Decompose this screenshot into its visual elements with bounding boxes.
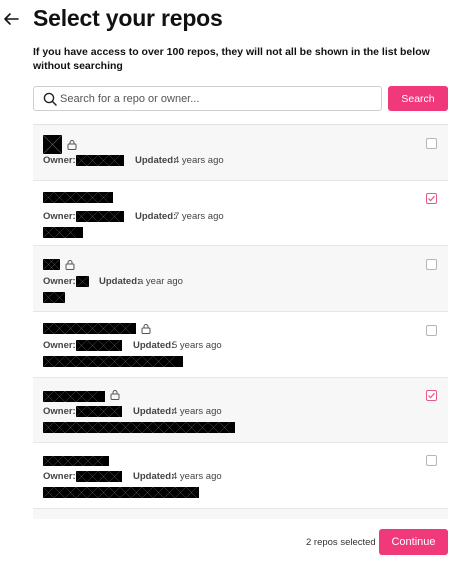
repo-row[interactable]: Owner: Updated: 5 years ago (33, 312, 448, 378)
repo-name-redacted (43, 192, 113, 203)
repo-row[interactable]: Owner: Updated: 4 years ago (33, 125, 448, 181)
description-redacted (43, 487, 199, 498)
updated-value: 4 years ago (174, 155, 224, 166)
repo-checkbox[interactable] (426, 455, 437, 466)
updated-value: 7 years ago (174, 211, 224, 222)
search-box[interactable] (33, 86, 382, 111)
owner-redacted (76, 211, 124, 222)
continue-button[interactable]: Continue (379, 529, 448, 555)
repo-list[interactable]: Owner: Updated: 4 years ago Owner: Updat… (33, 124, 448, 519)
updated-label: Updated: (133, 471, 175, 482)
owner-redacted (76, 406, 122, 417)
description-redacted (43, 356, 183, 367)
repo-checkbox[interactable] (426, 325, 437, 336)
lock-icon (65, 260, 75, 270)
notice-text: If you have access to over 100 repos, th… (33, 46, 430, 72)
repo-row[interactable]: Owner: Updated: 4 years ago (33, 378, 448, 443)
owner-redacted (76, 276, 89, 287)
updated-value: 4 years ago (172, 406, 222, 417)
arrow-left-icon[interactable] (2, 10, 20, 28)
updated-value: 4 years ago (172, 471, 222, 482)
repo-name-redacted (43, 391, 105, 402)
repo-name-redacted (43, 259, 60, 270)
checkmark-icon (428, 392, 435, 399)
page-title: Select your repos (33, 5, 223, 31)
description-redacted (43, 227, 83, 238)
owner-label: Owner: (43, 471, 76, 482)
repo-name-redacted (43, 323, 136, 334)
updated-value: a year ago (138, 276, 183, 287)
checkmark-icon (428, 195, 435, 202)
repo-row[interactable]: Owner: Updated: a year ago (33, 246, 448, 312)
updated-label: Updated: (133, 340, 175, 351)
owner-label: Owner: (43, 211, 76, 222)
repo-checkbox[interactable] (426, 193, 437, 204)
repo-checkbox[interactable] (426, 390, 437, 401)
footer-bar: 2 repos selected Continue (0, 519, 474, 563)
repo-checkbox[interactable] (426, 259, 437, 270)
updated-label: Updated: (99, 276, 141, 287)
owner-redacted (76, 340, 122, 351)
repo-row[interactable]: Owner: Updated: 4 years ago (33, 443, 448, 509)
repo-checkbox[interactable] (426, 138, 437, 149)
lock-icon (110, 390, 120, 400)
repo-row[interactable] (33, 509, 448, 519)
description-redacted (43, 422, 235, 433)
owner-label: Owner: (43, 340, 76, 351)
owner-label: Owner: (43, 155, 76, 166)
owner-redacted (76, 471, 122, 482)
owner-label: Owner: (43, 406, 76, 417)
updated-label: Updated: (135, 155, 177, 166)
search-button[interactable]: Search (388, 86, 448, 111)
repo-name-redacted (43, 135, 62, 154)
owner-redacted (76, 155, 124, 166)
lock-icon (67, 140, 77, 150)
repo-row[interactable]: Owner: Updated: 7 years ago (33, 181, 448, 246)
page-header: Select your repos (0, 0, 474, 40)
search-icon (43, 92, 57, 106)
search-input[interactable] (60, 88, 378, 109)
repo-name-redacted (43, 456, 109, 466)
updated-label: Updated: (135, 211, 177, 222)
lock-icon (141, 324, 151, 334)
description-redacted (43, 292, 65, 303)
updated-value: 5 years ago (172, 340, 222, 351)
selected-count: 2 repos selected (306, 537, 376, 548)
updated-label: Updated: (133, 406, 175, 417)
owner-label: Owner: (43, 276, 76, 287)
